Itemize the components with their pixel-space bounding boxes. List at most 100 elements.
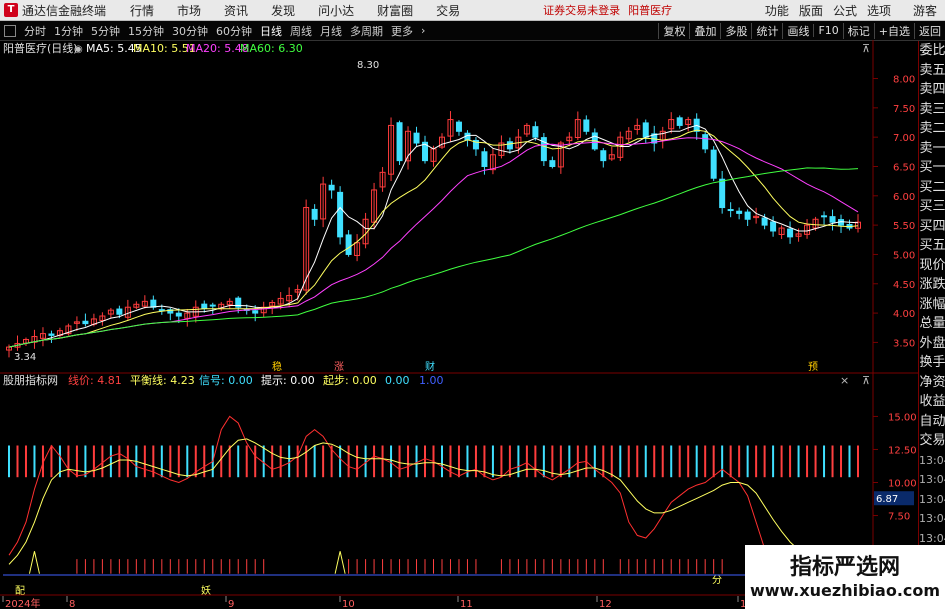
btn-back[interactable]: 返回 bbox=[914, 22, 945, 39]
side-time-2: 13:04 bbox=[919, 492, 945, 506]
period-5min[interactable]: 5分钟 bbox=[91, 23, 120, 39]
side-item-8[interactable]: 买三 bbox=[919, 197, 945, 217]
panel-toggle-icon[interactable] bbox=[4, 24, 16, 37]
side-item-10[interactable]: 买五 bbox=[919, 236, 945, 256]
menu-item-markets[interactable]: 市场 bbox=[177, 2, 201, 19]
ind-tick-label-2: 10.00 bbox=[888, 479, 917, 490]
side-item-20[interactable]: 交易 bbox=[919, 431, 945, 451]
menu-item-options[interactable]: 选项 bbox=[867, 2, 891, 19]
side-time-3: 13:04 bbox=[919, 512, 945, 525]
menu-item-trade[interactable]: 交易 bbox=[436, 2, 460, 19]
menu-item-layout[interactable]: 版面 bbox=[799, 2, 823, 19]
side-item-3[interactable]: 卖三 bbox=[919, 100, 945, 120]
btn-adjust[interactable]: 复权 bbox=[658, 22, 689, 39]
btn-overlay[interactable]: 叠加 bbox=[689, 22, 720, 39]
side-item-11[interactable]: 现价 bbox=[919, 256, 945, 276]
candle-body-24 bbox=[209, 304, 216, 307]
ind-tick-label-3: 12.50 bbox=[888, 445, 917, 456]
side-item-6[interactable]: 买一 bbox=[919, 158, 945, 178]
btn-statistics[interactable]: 统计 bbox=[751, 22, 782, 39]
candle-body-18 bbox=[158, 309, 165, 312]
menu-item-formula[interactable]: 公式 bbox=[833, 2, 857, 19]
side-item-4[interactable]: 卖二 bbox=[919, 119, 945, 139]
event-marker-1[interactable]: 稳 bbox=[272, 360, 282, 373]
candle-body-13 bbox=[116, 308, 123, 315]
side-item-12[interactable]: 涨跌 bbox=[919, 275, 945, 295]
btn-f10[interactable]: F10 bbox=[813, 24, 842, 37]
side-item-18[interactable]: 收益 bbox=[919, 392, 945, 412]
side-item-19[interactable]: 自动 bbox=[919, 412, 945, 432]
period-1min[interactable]: 1分钟 bbox=[54, 23, 83, 39]
btn-add-watchlist[interactable]: +自选 bbox=[873, 22, 914, 39]
watermark-url: www.xuezhibiao.com bbox=[749, 581, 941, 600]
indicator-legend: 股朋指标网 线价: 4.81 平衡线: 4.23 信号: 0.00 提示: 0.00 起… bbox=[3, 373, 444, 387]
menu-item-news[interactable]: 资讯 bbox=[224, 2, 248, 19]
btn-mark[interactable]: 标记 bbox=[842, 22, 874, 39]
period-more[interactable]: 更多 bbox=[391, 23, 413, 39]
ind-legend-item-3: 提示: 0.00 bbox=[261, 374, 315, 387]
y-axis-indicator: 5.007.5010.0012.5015.006.87 bbox=[873, 412, 917, 556]
side-item-1[interactable]: 卖五 bbox=[919, 61, 945, 81]
side-item-14[interactable]: 总量 bbox=[919, 314, 945, 334]
side-item-0[interactable]: 委比 bbox=[919, 41, 945, 61]
side-item-17[interactable]: 净资 bbox=[919, 373, 945, 393]
side-item-15[interactable]: 外盘 bbox=[919, 334, 945, 354]
btn-draw[interactable]: 画线 bbox=[782, 22, 813, 39]
period-15min[interactable]: 15分钟 bbox=[128, 23, 164, 39]
btn-multi-stock[interactable]: 多股 bbox=[720, 22, 751, 39]
event-marker-3[interactable]: 财 bbox=[425, 360, 435, 373]
event-marker-2[interactable]: 涨 bbox=[334, 361, 344, 373]
high-price-label: 8.30 bbox=[357, 60, 379, 71]
guest-user[interactable]: 游客 bbox=[913, 2, 937, 19]
candle-body-82 bbox=[702, 134, 709, 150]
x-tick-label-3: 10 bbox=[342, 599, 355, 609]
period-60min[interactable]: 60分钟 bbox=[216, 23, 252, 39]
menu-item-ask[interactable]: 问小达 bbox=[318, 2, 354, 19]
y-tick-label-5: 6.00 bbox=[893, 192, 915, 203]
candle-body-83 bbox=[710, 149, 717, 179]
menu-item-discover[interactable]: 发现 bbox=[271, 2, 295, 19]
candlestick-series bbox=[6, 111, 861, 358]
side-item-5[interactable]: 卖一 bbox=[919, 139, 945, 159]
ma60-line bbox=[8, 167, 859, 348]
collapse-icon[interactable]: ⊼ bbox=[862, 42, 870, 55]
event-marker-4[interactable]: 预 bbox=[808, 361, 818, 373]
dropdown-icon[interactable]: ◉ bbox=[74, 44, 83, 55]
period-monthly[interactable]: 月线 bbox=[320, 23, 342, 39]
menu-item-wealth[interactable]: 财富圈 bbox=[377, 2, 413, 19]
x-axis: 2024年 8 9 10 11 12 1 bbox=[2, 596, 746, 609]
ind-legend-item-5: 0.00 bbox=[385, 374, 410, 387]
x-tick-label-4: 11 bbox=[460, 599, 473, 609]
candle-body-59 bbox=[506, 141, 513, 150]
chevron-right-icon[interactable]: › bbox=[421, 24, 425, 37]
period-intraday[interactable]: 分时 bbox=[24, 23, 46, 39]
period-multi[interactable]: 多周期 bbox=[350, 23, 383, 39]
close-ind-icon[interactable]: × bbox=[840, 374, 849, 387]
side-item-9[interactable]: 买四 bbox=[919, 217, 945, 237]
trade-login-notice[interactable]: 证券交易未登录 bbox=[543, 2, 620, 18]
x-tick-label-0: 2024年 bbox=[5, 597, 40, 609]
chart-area[interactable]: 阳普医疗(日线) ◉ MA5: 5.45 MA10: 5.51 MA20: 5.… bbox=[0, 40, 918, 609]
period-daily[interactable]: 日线 bbox=[260, 23, 282, 39]
ind-legend-item-4: 起步: 0.00 bbox=[323, 374, 377, 387]
candle-body-85 bbox=[727, 209, 734, 212]
side-item-13[interactable]: 涨幅 bbox=[919, 295, 945, 315]
indicator-title: 股朋指标网 bbox=[3, 373, 58, 387]
period-30min[interactable]: 30分钟 bbox=[172, 23, 208, 39]
ind-legend-item-6: 1.00 bbox=[419, 374, 444, 387]
ma60-legend: MA60: 6.30 bbox=[240, 42, 303, 55]
candle-body-17 bbox=[150, 299, 157, 308]
ind-legend-item-1: 平衡线: 4.23 bbox=[130, 373, 195, 387]
ind-value-box-label: 6.87 bbox=[876, 494, 898, 505]
side-item-7[interactable]: 买二 bbox=[919, 178, 945, 198]
side-time-1: 13:04 bbox=[919, 473, 945, 486]
menu-item-function[interactable]: 功能 bbox=[765, 2, 789, 19]
menu-item-market[interactable]: 行情 bbox=[130, 2, 154, 19]
period-weekly[interactable]: 周线 bbox=[290, 23, 312, 39]
side-item-16[interactable]: 换手 bbox=[919, 353, 945, 373]
candle-body-20 bbox=[175, 312, 182, 317]
watermark-title: 指标严选网 bbox=[789, 555, 900, 580]
collapse-ind-icon[interactable]: ⊼ bbox=[862, 374, 870, 387]
app-logo-icon: T bbox=[4, 3, 18, 17]
side-item-2[interactable]: 卖四 bbox=[919, 80, 945, 100]
